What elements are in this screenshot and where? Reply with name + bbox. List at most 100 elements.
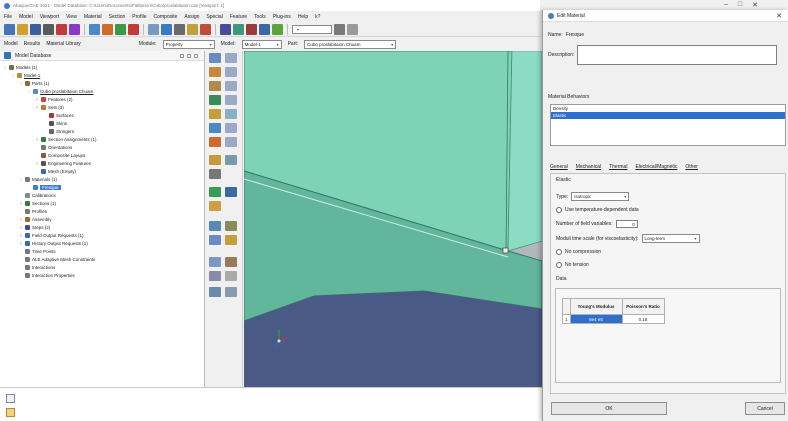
tab-model[interactable]: Model	[4, 41, 18, 47]
model-select[interactable]: Model-1 ▾	[241, 39, 282, 49]
color-code-icon[interactable]	[272, 23, 283, 35]
behavior-density[interactable]: Density	[551, 105, 785, 112]
python-icon[interactable]	[6, 408, 15, 417]
assign-manager-icon[interactable]	[225, 95, 237, 105]
tree-item[interactable]: Interactions	[0, 263, 204, 271]
tree-item[interactable]: − Parts (1)	[0, 79, 204, 87]
tab-mechanical[interactable]: Mechanical	[576, 164, 601, 170]
menu-0[interactable]: File	[4, 14, 12, 20]
tool-f-icon[interactable]	[225, 257, 237, 267]
tree-expander-icon[interactable]: −	[19, 177, 23, 182]
tree-item[interactable]: − Cubo proslabitaion Chuam	[0, 87, 204, 95]
tool-h-icon[interactable]	[225, 271, 237, 281]
pan-icon[interactable]	[115, 23, 126, 35]
tree-item[interactable]: − Materials (1)	[0, 175, 204, 183]
create-section-icon[interactable]	[209, 67, 221, 77]
save-icon[interactable]	[30, 23, 41, 35]
tree-expander-icon[interactable]: +	[19, 225, 23, 230]
tree-item[interactable]: − Models (1)	[0, 63, 204, 71]
expand-icon[interactable]	[187, 53, 191, 58]
assign-section-icon[interactable]	[209, 95, 221, 105]
tool-j-icon[interactable]	[225, 287, 237, 297]
tree-item[interactable]: Surfaces	[0, 111, 204, 119]
render-icon[interactable]	[220, 23, 231, 35]
menu-2[interactable]: Viewport	[40, 14, 59, 20]
tree-item[interactable]: Interaction Properties	[0, 271, 204, 279]
field-vars-stepper[interactable]: 0	[615, 220, 638, 228]
tool-e-icon[interactable]	[209, 257, 221, 267]
tree-item[interactable]: + Section Assignments (1)	[0, 135, 204, 143]
section-manager-icon[interactable]	[225, 67, 237, 77]
close-icon[interactable]: ✕	[776, 12, 782, 20]
hidden-icon[interactable]	[246, 23, 257, 35]
tree-expander-icon[interactable]: +	[35, 137, 39, 142]
tool-i-icon[interactable]	[209, 287, 221, 297]
maximize-icon[interactable]: □	[738, 1, 742, 9]
line-tool-icon[interactable]	[225, 187, 237, 197]
fit-view-icon[interactable]	[161, 23, 172, 35]
cycle-view-icon[interactable]	[187, 23, 198, 35]
tree-item[interactable]: + History Output Requests (1)	[0, 239, 204, 247]
stringer-icon[interactable]	[209, 169, 221, 179]
menu-6[interactable]: Profile	[132, 14, 146, 20]
tab-results[interactable]: Results	[24, 41, 41, 47]
tree-item[interactable]: + Field Output Requests (1)	[0, 231, 204, 239]
description-input[interactable]	[577, 45, 778, 65]
tree-item[interactable]: Orientations	[0, 143, 204, 151]
filter-icon[interactable]	[180, 53, 184, 58]
view-select[interactable]: ▾	[292, 24, 332, 34]
menu-7[interactable]: Composite	[153, 14, 177, 20]
tree-expander-icon[interactable]: −	[19, 81, 23, 86]
poisson-ratio-cell[interactable]: 0.18	[621, 314, 665, 324]
wireframe-icon[interactable]	[259, 23, 270, 35]
model-tree-icon[interactable]	[56, 23, 67, 35]
tree-item[interactable]: Calibrations	[0, 191, 204, 199]
tree-expander-icon[interactable]: +	[35, 161, 39, 166]
menu-10[interactable]: Feature	[230, 14, 247, 20]
behavior-elastic[interactable]: Elastic	[551, 112, 785, 119]
material-icon[interactable]	[69, 23, 80, 35]
query-icon[interactable]	[89, 23, 100, 35]
view-options-icon[interactable]	[334, 23, 345, 35]
tool-d-icon[interactable]	[225, 235, 237, 245]
elastic-data-table[interactable]: Young's Modulus Poisson's Ratio 1 6e4 e5…	[562, 298, 665, 324]
create-material-icon[interactable]	[209, 53, 221, 63]
tree-expander-icon[interactable]: −	[11, 73, 15, 78]
zoom-icon[interactable]	[148, 23, 159, 35]
ok-button[interactable]: OK	[551, 402, 667, 415]
viewport[interactable]	[244, 51, 542, 387]
tree-expander-icon[interactable]: −	[3, 65, 7, 70]
tree-expander-icon[interactable]: +	[19, 233, 23, 238]
material-behaviors-list[interactable]: Density Elastic	[550, 104, 786, 146]
tab-material-library[interactable]: Material Library	[46, 41, 80, 47]
tool-b-icon[interactable]	[225, 221, 237, 231]
menu-4[interactable]: Material	[84, 14, 102, 20]
no-tension-checkbox[interactable]	[556, 262, 562, 268]
menu-11[interactable]: Tools	[254, 14, 266, 20]
menu-1[interactable]: Model	[19, 14, 33, 20]
skin-icon[interactable]	[209, 137, 221, 147]
menu-12[interactable]: Plug-ins	[273, 14, 291, 20]
no-compression-checkbox[interactable]	[556, 249, 562, 255]
tree-expander-icon[interactable]: −	[27, 89, 31, 94]
rotate-icon[interactable]	[128, 23, 139, 35]
tree-item[interactable]: − Model-1	[0, 71, 204, 79]
tree-item[interactable]: Skins	[0, 119, 204, 127]
module-select[interactable]: Property ▾	[162, 39, 215, 49]
tree-item[interactable]: Mesh (Empty)	[0, 167, 204, 175]
tree-item[interactable]: Stringers	[0, 127, 204, 135]
inertia-icon[interactable]	[209, 187, 221, 197]
shaded-icon[interactable]	[233, 23, 244, 35]
menu-3[interactable]: View	[66, 14, 77, 20]
profile-manager-icon[interactable]	[225, 81, 237, 91]
tree-expander-icon[interactable]: +	[19, 217, 23, 222]
menu-8[interactable]: Assign	[184, 14, 199, 20]
part-select[interactable]: Cubo proslabitaion Chuam ▾	[304, 39, 397, 49]
open-icon[interactable]	[17, 23, 28, 35]
tree-item[interactable]: Fresque	[0, 183, 204, 191]
tree-item[interactable]: + Engineering Features	[0, 159, 204, 167]
print-icon[interactable]	[43, 23, 54, 35]
tool-c-icon[interactable]	[209, 235, 221, 245]
menu-5[interactable]: Section	[109, 14, 126, 20]
tab-other[interactable]: Other	[685, 164, 698, 170]
